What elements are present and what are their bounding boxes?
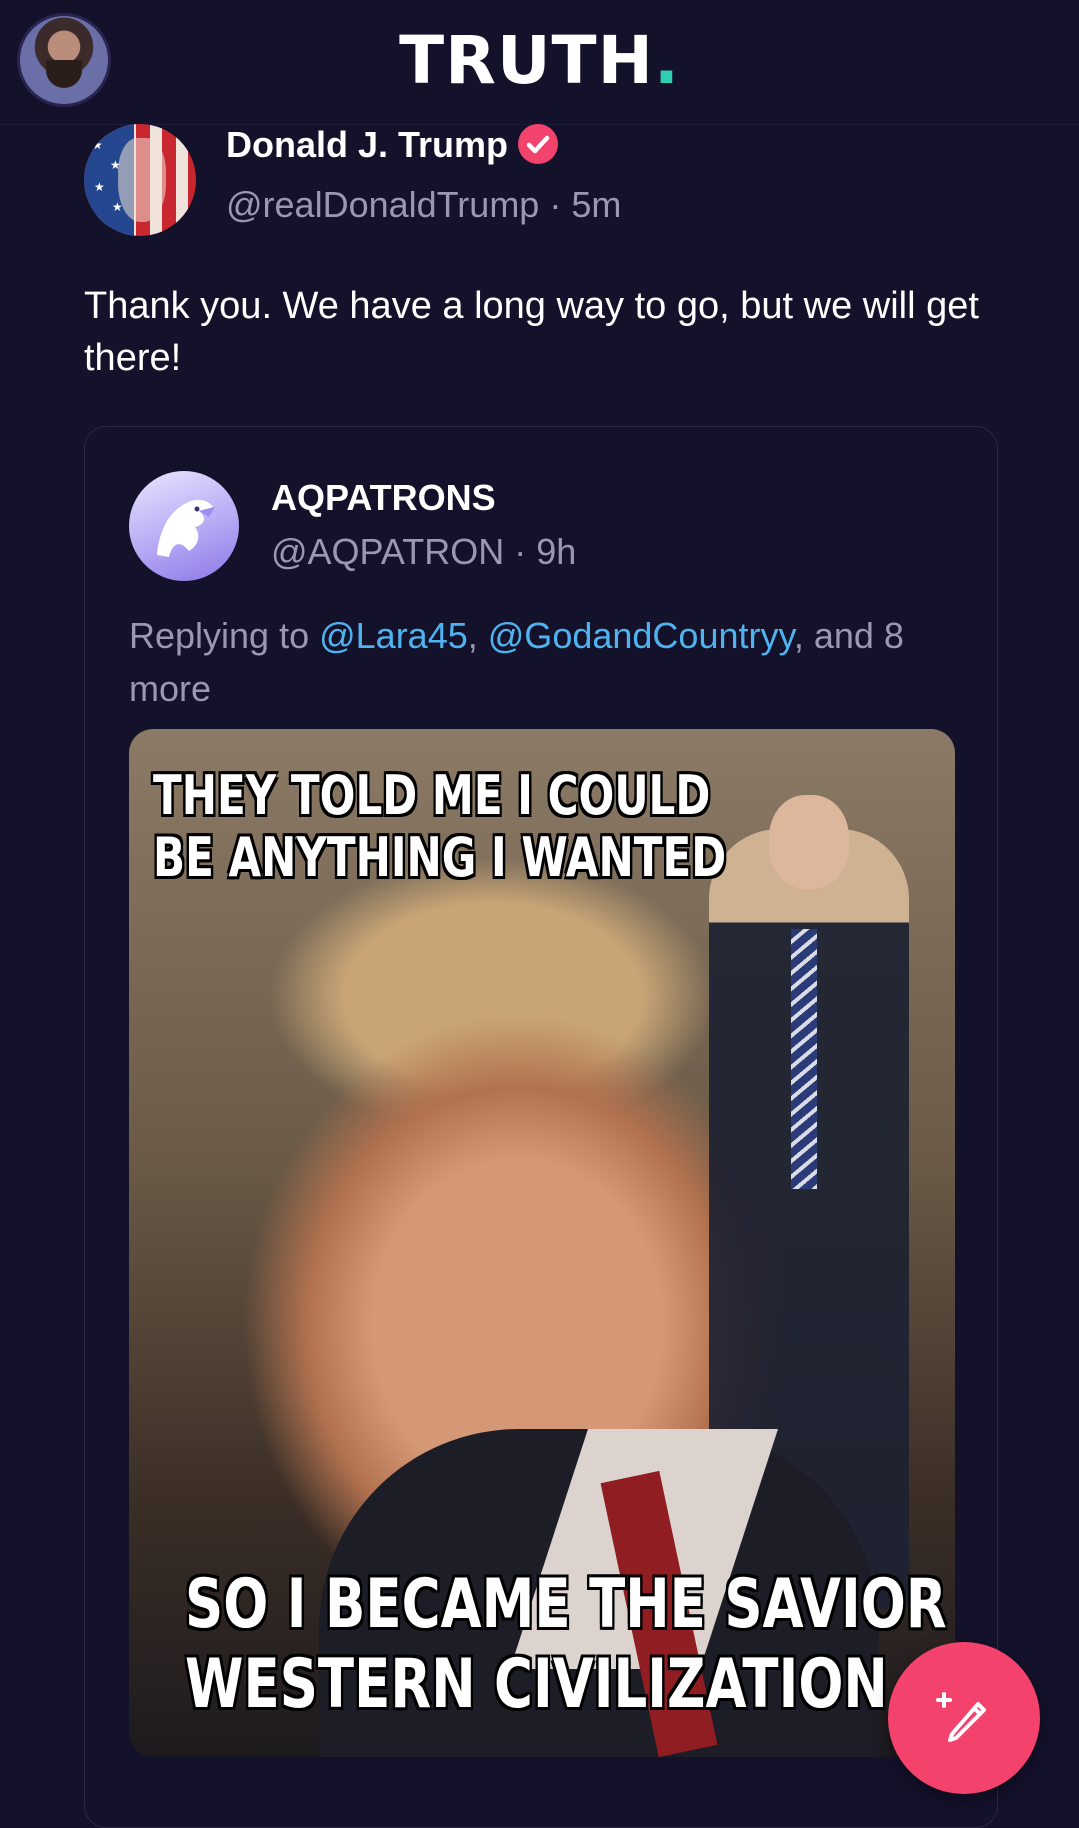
star-icon: ★ xyxy=(94,180,105,194)
top-bar: TRUTH. xyxy=(0,0,1079,125)
author-meta: @realDonaldTrump · 5m xyxy=(226,184,621,226)
replying-to: Replying to @Lara45, @GodandCountryy, an… xyxy=(129,609,949,715)
quoted-post-time[interactable]: 9h xyxy=(536,531,576,572)
logo-text: TRUTH xyxy=(399,22,654,99)
meme-caption-top-line2: BE ANYTHING I WANTED xyxy=(153,826,727,889)
post-text: Thank you. We have a long way to go, but… xyxy=(84,285,979,379)
quoted-post-card[interactable]: AQPATRONS @AQPATRON · 9h Replying to @La… xyxy=(84,426,998,1828)
quoted-author-handle[interactable]: @AQPATRON xyxy=(271,531,504,572)
quoted-author-meta: @AQPATRON · 9h xyxy=(271,531,576,573)
author-name-text: Donald J. Trump xyxy=(226,124,509,165)
mention-link[interactable]: @GodandCountryy xyxy=(488,615,794,656)
eagle-icon xyxy=(157,499,215,557)
meta-separator: · xyxy=(514,531,527,572)
quoted-author-avatar[interactable] xyxy=(129,471,239,581)
author-avatar[interactable]: ★ ★ ★ ★ xyxy=(84,124,196,236)
star-icon: ★ xyxy=(92,138,103,152)
mention-comma: , xyxy=(467,615,488,656)
meme-caption-bottom: SO I BECAME THE SAVIOR OF WESTERN CIVILI… xyxy=(185,1565,955,1725)
meme-striped-tie xyxy=(791,929,817,1189)
mention-link[interactable]: @Lara45 xyxy=(319,615,468,656)
author-name[interactable]: Donald J. Trump xyxy=(226,124,559,167)
verified-badge-icon xyxy=(518,124,559,165)
truth-logo[interactable]: TRUTH. xyxy=(0,22,1079,99)
quoted-author-name[interactable]: AQPATRONS xyxy=(271,477,496,519)
logo-dot: . xyxy=(653,22,680,99)
meme-caption-bottom-line2: WESTERN CIVILIZATION xyxy=(185,1645,888,1724)
post-time[interactable]: 5m xyxy=(571,184,621,225)
meme-caption-bottom-line1: SO I BECAME THE SAVIOR OF xyxy=(185,1565,955,1644)
replying-prefix: Replying to xyxy=(129,615,320,656)
avatar-face xyxy=(118,138,166,222)
meme-caption-top-line1: THEY TOLD ME I COULD xyxy=(153,764,711,827)
author-handle[interactable]: @realDonaldTrump xyxy=(226,184,539,225)
meta-separator: · xyxy=(549,184,562,225)
meme-caption-top: THEY TOLD ME I COULD BE ANYTHING I WANTE… xyxy=(153,765,726,889)
compose-button[interactable] xyxy=(888,1642,1040,1794)
meme-figure-head xyxy=(769,795,849,889)
compose-icon xyxy=(936,1692,986,1742)
meme-image[interactable]: THEY TOLD ME I COULD BE ANYTHING I WANTE… xyxy=(129,729,955,1757)
